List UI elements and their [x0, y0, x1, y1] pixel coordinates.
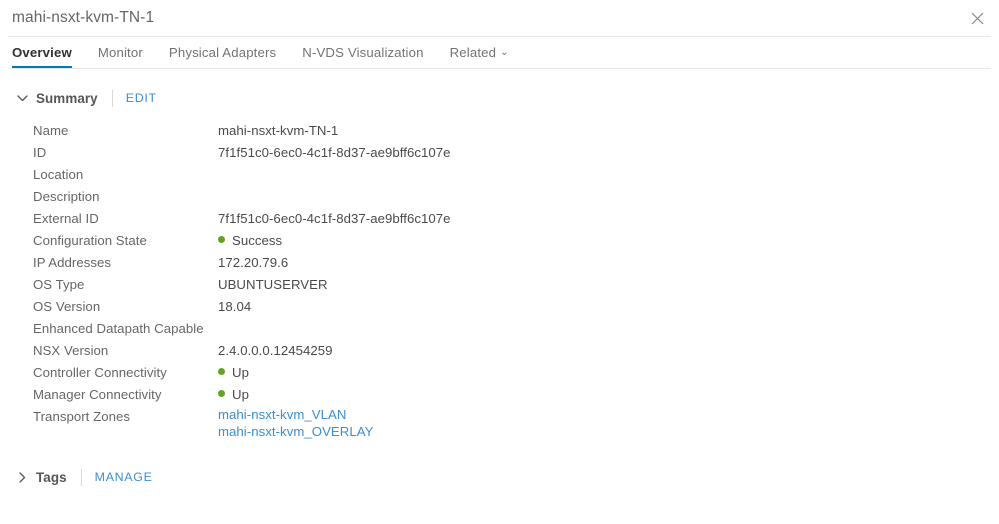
tags-separator [80, 468, 82, 486]
property-row-configuration-state: Configuration State Success [33, 230, 999, 252]
property-label: Enhanced Datapath Capable [33, 321, 204, 336]
tab-monitor[interactable]: Monitor [98, 45, 143, 69]
property-row-location: Location [33, 164, 999, 186]
property-value-status: Up [218, 384, 249, 406]
property-label: Controller Connectivity [33, 365, 167, 380]
property-label: NSX Version [33, 343, 109, 358]
tab-bar: Overview Monitor Physical Adapters N-VDS… [0, 37, 999, 69]
page-title: mahi-nsxt-kvm-TN-1 [12, 9, 155, 26]
status-badge: Success [232, 233, 283, 248]
chevron-down-icon: ⌄ [500, 47, 509, 59]
status-badge: Up [232, 387, 249, 402]
tags-section-header: Tags MANAGE [14, 466, 999, 488]
close-icon[interactable] [968, 9, 986, 27]
property-label: IP Addresses [33, 255, 112, 270]
status-dot-icon [218, 236, 225, 243]
status-badge: Up [232, 365, 249, 380]
tab-nvds-visualization-label: N-VDS Visualization [302, 45, 424, 60]
summary-separator [111, 89, 113, 107]
edit-button[interactable]: EDIT [126, 91, 157, 105]
property-label: Description [33, 189, 100, 204]
property-row-transport-zones: Transport Zones mahi-nsxt-kvm_VLAN mahi-… [33, 406, 999, 440]
property-value-status: Success [218, 230, 282, 252]
summary-section-header: Summary EDIT [14, 87, 999, 109]
property-row-enhanced-datapath-capable: Enhanced Datapath Capable [33, 318, 999, 340]
tab-related-label: Related [449, 45, 497, 60]
property-label: Location [33, 167, 84, 182]
manage-button[interactable]: MANAGE [95, 470, 153, 484]
tabbar-divider [8, 68, 991, 69]
transport-zone-link[interactable]: mahi-nsxt-kvm_VLAN [218, 406, 373, 423]
property-row-external-id: External ID 7f1f51c0-6ec0-4c1f-8d37-ae9b… [33, 208, 999, 230]
property-row-os-version: OS Version 18.04 [33, 296, 999, 318]
property-label: Configuration State [33, 233, 147, 248]
property-value: UBUNTUSERVER [218, 277, 328, 292]
tags-title: Tags [36, 469, 67, 485]
property-value: 7f1f51c0-6ec0-4c1f-8d37-ae9bff6c107e [218, 211, 451, 226]
property-value: 172.20.79.6 [218, 255, 289, 270]
property-label: OS Type [33, 277, 85, 292]
property-value: 18.04 [218, 299, 252, 314]
property-label: External ID [33, 211, 99, 226]
property-label: OS Version [33, 299, 101, 314]
tab-physical-adapters-label: Physical Adapters [168, 45, 277, 60]
tab-physical-adapters[interactable]: Physical Adapters [169, 45, 276, 69]
tab-nvds-visualization[interactable]: N-VDS Visualization [302, 45, 423, 69]
property-label: ID [33, 145, 47, 160]
property-row-ip-addresses: IP Addresses 172.20.79.6 [33, 252, 999, 274]
property-row-description: Description [33, 186, 999, 208]
property-row-nsx-version: NSX Version 2.4.0.0.0.12454259 [33, 340, 999, 362]
transport-zone-link[interactable]: mahi-nsxt-kvm_OVERLAY [218, 423, 373, 440]
status-dot-icon [218, 390, 225, 397]
property-label: Transport Zones [33, 409, 131, 424]
property-row-id: ID 7f1f51c0-6ec0-4c1f-8d37-ae9bff6c107e [33, 142, 999, 164]
property-value: 7f1f51c0-6ec0-4c1f-8d37-ae9bff6c107e [218, 145, 451, 160]
tab-monitor-label: Monitor [97, 45, 143, 60]
tab-overview-label: Overview [12, 45, 72, 60]
property-row-controller-connectivity: Controller Connectivity Up [33, 362, 999, 384]
window-titlebar: mahi-nsxt-kvm-TN-1 [0, 0, 999, 36]
chevron-down-icon[interactable] [14, 90, 30, 106]
property-row-manager-connectivity: Manager Connectivity Up [33, 384, 999, 406]
chevron-right-icon[interactable] [14, 469, 30, 485]
property-label: Name [33, 123, 69, 138]
tab-related[interactable]: Related ⌄ [450, 45, 509, 69]
status-dot-icon [218, 368, 225, 375]
property-value-links: mahi-nsxt-kvm_VLAN mahi-nsxt-kvm_OVERLAY [218, 406, 373, 440]
property-row-name: Name mahi-nsxt-kvm-TN-1 [33, 120, 999, 142]
property-value-status: Up [218, 362, 249, 384]
summary-title: Summary [36, 90, 98, 106]
property-value: mahi-nsxt-kvm-TN-1 [218, 123, 339, 138]
tab-overview[interactable]: Overview [12, 45, 72, 69]
property-row-os-type: OS Type UBUNTUSERVER [33, 274, 999, 296]
summary-properties: Name mahi-nsxt-kvm-TN-1 ID 7f1f51c0-6ec0… [0, 120, 999, 440]
property-label: Manager Connectivity [33, 387, 162, 402]
property-value: 2.4.0.0.0.12454259 [218, 343, 333, 358]
